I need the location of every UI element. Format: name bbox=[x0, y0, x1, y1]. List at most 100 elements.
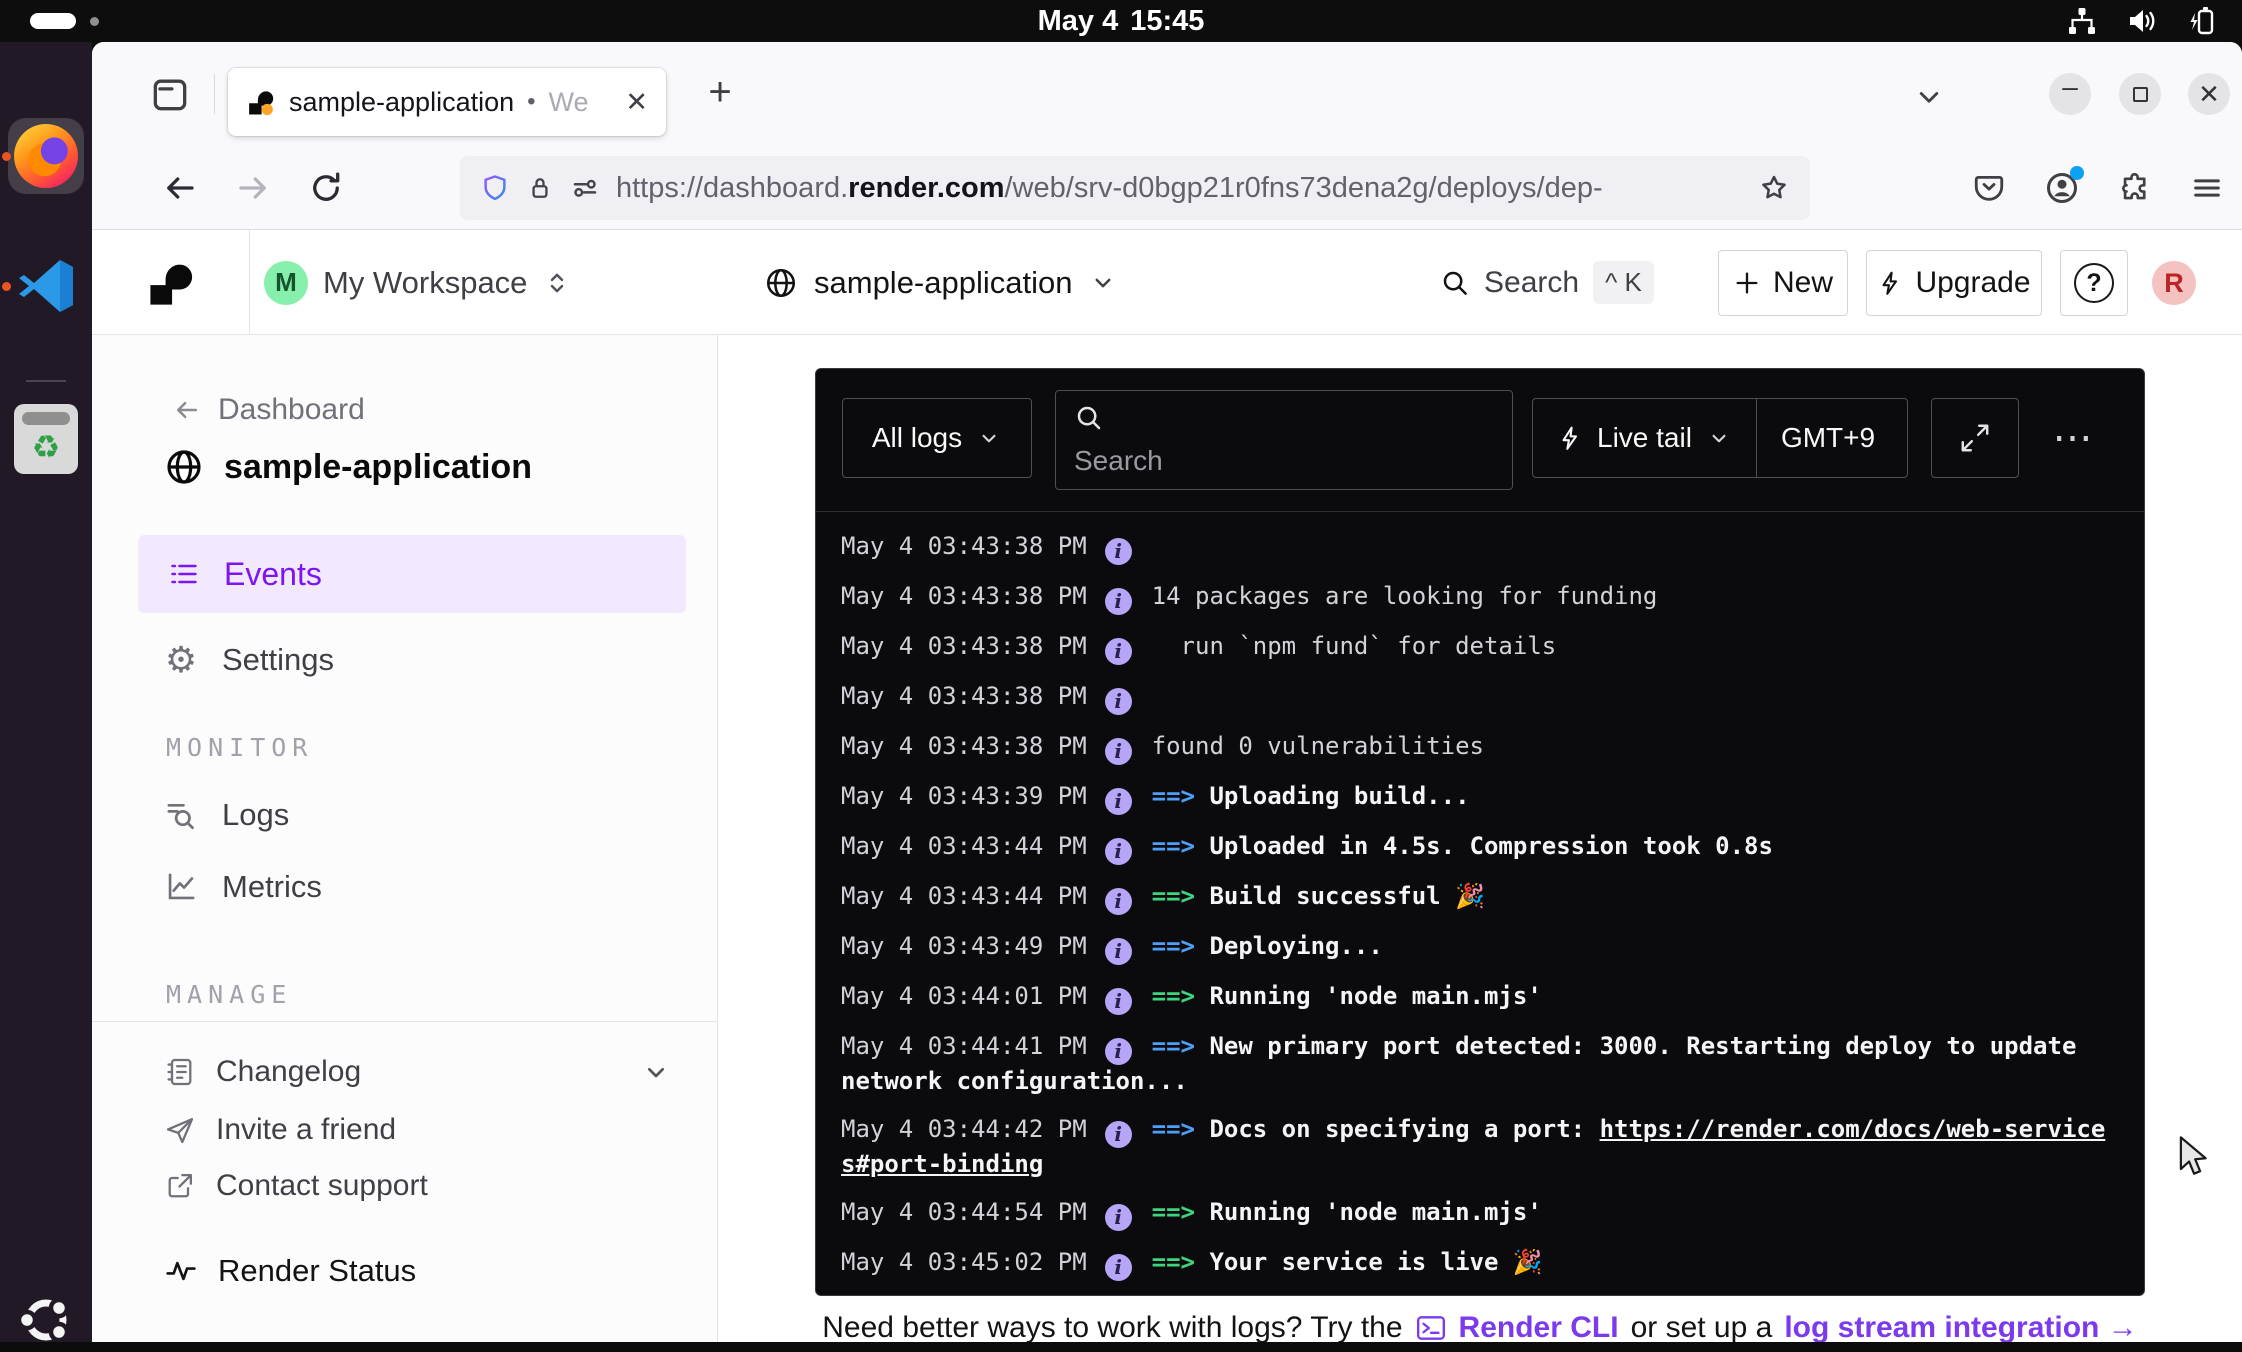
live-tail-button[interactable]: Live tail bbox=[1533, 399, 1756, 477]
url-text[interactable]: https://dashboard.render.com/web/srv-d0b… bbox=[616, 172, 1742, 205]
changelog-chevron-down-icon[interactable] bbox=[640, 1056, 672, 1088]
search-icon bbox=[1440, 268, 1470, 298]
tab-close-button[interactable]: ✕ bbox=[625, 87, 648, 118]
log-message: ==> Build successful 🎉 bbox=[1152, 882, 1485, 910]
log-arrow-prefix: ==> bbox=[1152, 882, 1210, 910]
sidebar-item-contact-support[interactable]: Contact support bbox=[164, 1169, 428, 1203]
global-search[interactable]: Search ^ K bbox=[1440, 230, 1654, 335]
dock: ♻ bbox=[0, 42, 92, 1342]
log-search-box[interactable]: Search bbox=[1055, 390, 1513, 490]
log-arrow-prefix: ==> bbox=[1152, 932, 1210, 960]
info-icon: i bbox=[1105, 1038, 1132, 1065]
events-label: Events bbox=[224, 556, 322, 593]
firefox-icon[interactable] bbox=[14, 124, 78, 188]
help-button[interactable]: ? bbox=[2060, 250, 2128, 316]
reload-button[interactable] bbox=[308, 170, 344, 206]
sidebar-heading-manage: MANAGE bbox=[166, 980, 292, 1009]
firefox-view-button[interactable] bbox=[148, 72, 192, 116]
log-filter-dropdown[interactable]: All logs bbox=[842, 398, 1032, 478]
log-rows: May 4 03:43:38 PMiMay 4 03:43:38 PMi14 p… bbox=[816, 512, 2144, 1296]
recycle-icon: ♻ bbox=[14, 424, 78, 470]
user-avatar[interactable]: R bbox=[2152, 261, 2196, 305]
log-arrow-prefix: ==> bbox=[1152, 1248, 1210, 1276]
sidebar-item-invite-a-friend[interactable]: Invite a friend bbox=[164, 1113, 396, 1147]
tracking-protection-shield-icon[interactable] bbox=[480, 173, 510, 203]
url-prefix: https://dashboard. bbox=[616, 172, 848, 204]
hamburger-menu-icon[interactable] bbox=[2190, 171, 2224, 205]
service-name: sample-application bbox=[814, 265, 1072, 301]
log-timestamp: May 4 03:44:01 PM bbox=[841, 982, 1087, 1010]
tab-title-suffix: We bbox=[549, 87, 589, 118]
timezone-button[interactable]: GMT+9 bbox=[1757, 399, 1899, 477]
maximize-button[interactable] bbox=[2119, 73, 2161, 115]
render-cli-link[interactable]: Render CLI bbox=[1459, 1311, 1619, 1342]
bookmark-star-icon[interactable] bbox=[1758, 172, 1790, 204]
minimize-button[interactable]: – bbox=[2049, 73, 2091, 115]
ubuntu-logo-icon bbox=[14, 1288, 78, 1352]
log-stream-integration-link[interactable]: log stream integration → bbox=[1784, 1311, 2137, 1342]
sidebar-item-logs[interactable]: Logs bbox=[164, 797, 289, 833]
sidebar-item-metrics[interactable]: Metrics bbox=[164, 869, 322, 905]
url-domain: render.com bbox=[848, 172, 1004, 204]
log-timestamp: May 4 03:43:39 PM bbox=[841, 782, 1087, 810]
forward-button[interactable] bbox=[235, 170, 271, 206]
sidebar-item-render-status[interactable]: Render Status bbox=[164, 1253, 416, 1289]
info-icon: i bbox=[1105, 738, 1132, 765]
log-message: ==> Running 'node main.mjs' bbox=[1152, 982, 1542, 1010]
info-icon: i bbox=[1105, 638, 1132, 665]
more-options-button[interactable]: ⋯ bbox=[2042, 398, 2106, 478]
log-arrow-prefix: ==> bbox=[1152, 1198, 1210, 1226]
list-all-tabs-chevron[interactable] bbox=[1912, 80, 1946, 114]
service-selector[interactable]: sample-application bbox=[764, 230, 1118, 335]
log-row: May 4 03:44:41 PMi==> New primary port d… bbox=[841, 1030, 2119, 1098]
system-clock[interactable]: May 4 15:45 bbox=[0, 0, 2242, 42]
external-link-icon bbox=[164, 1170, 196, 1202]
maximize-icon bbox=[2133, 87, 2148, 102]
back-button[interactable] bbox=[162, 170, 198, 206]
service-chevron-down-icon bbox=[1088, 268, 1118, 298]
log-row: May 4 03:45:02 PMi==> Your service is li… bbox=[841, 1246, 2119, 1281]
log-message: run `npm fund` for details bbox=[1152, 632, 1557, 660]
render-logo[interactable] bbox=[92, 230, 250, 335]
log-timestamp: May 4 03:44:42 PM bbox=[841, 1115, 1087, 1143]
sidebar-item-changelog[interactable]: Changelog bbox=[164, 1055, 672, 1089]
invite-label: Invite a friend bbox=[216, 1113, 396, 1147]
new-button[interactable]: New bbox=[1718, 250, 1848, 316]
log-row: May 4 03:44:01 PM i ==> Running 'node main… bbox=[841, 980, 2119, 1015]
pocket-icon[interactable] bbox=[1972, 171, 2006, 205]
account-button[interactable] bbox=[2044, 170, 2080, 206]
log-timestamp: May 4 03:43:38 PM bbox=[841, 632, 1087, 660]
new-tab-button[interactable]: + bbox=[692, 64, 748, 120]
mouse-cursor bbox=[2176, 1136, 2216, 1180]
info-icon: i bbox=[1105, 838, 1132, 865]
vscode-dock-item[interactable] bbox=[14, 254, 78, 318]
log-row: May 4 03:43:49 PMi==> Deploying... bbox=[841, 930, 2119, 965]
log-timestamp: May 4 03:43:44 PM bbox=[841, 832, 1087, 860]
events-list-icon bbox=[168, 558, 200, 590]
extensions-puzzle-icon[interactable] bbox=[2118, 171, 2152, 205]
trash-dock-item[interactable]: ♻ bbox=[14, 404, 78, 474]
url-bar[interactable]: https://dashboard.render.com/web/srv-d0b… bbox=[460, 156, 1810, 220]
upgrade-button[interactable]: Upgrade bbox=[1866, 250, 2042, 316]
log-row: May 4 03:44:42 PMi==> Docs on specifying… bbox=[841, 1113, 2119, 1181]
terminal-cli-icon bbox=[1415, 1312, 1447, 1342]
info-icon: i bbox=[1105, 988, 1132, 1015]
expand-logs-button[interactable] bbox=[1931, 398, 2019, 478]
volume-icon bbox=[2126, 5, 2158, 37]
show-apps-button[interactable] bbox=[14, 1288, 78, 1352]
sidebar-item-settings[interactable]: ⚙ Settings bbox=[164, 639, 334, 681]
workspace-selector[interactable]: M My Workspace bbox=[264, 230, 572, 335]
sidebar-back-to-dashboard[interactable]: Dashboard bbox=[172, 393, 365, 427]
gear-icon: ⚙ bbox=[164, 639, 198, 681]
plus-icon bbox=[1733, 269, 1761, 297]
window-close-button[interactable]: ✕ bbox=[2188, 73, 2230, 115]
log-arrow-prefix: ==> bbox=[1152, 1115, 1210, 1143]
clock-time: 15:45 bbox=[1130, 5, 1204, 38]
active-tab[interactable]: sample-application • We ✕ bbox=[228, 68, 666, 136]
sidebar-item-events[interactable]: Events bbox=[138, 535, 686, 613]
info-icon: i bbox=[1105, 588, 1132, 615]
system-tray[interactable] bbox=[2066, 6, 2218, 36]
log-arrow-prefix: ==> bbox=[1152, 832, 1210, 860]
lock-icon[interactable] bbox=[526, 174, 554, 202]
permissions-icon[interactable] bbox=[570, 173, 600, 203]
